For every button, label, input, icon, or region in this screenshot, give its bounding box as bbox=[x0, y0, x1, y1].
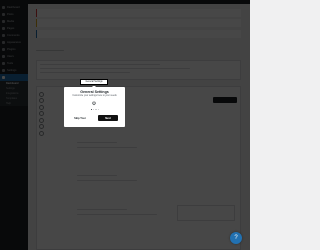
step-dot bbox=[93, 109, 95, 111]
step-dot bbox=[97, 109, 99, 111]
question-icon: ? bbox=[234, 235, 238, 241]
gear-icon: ⚙ bbox=[91, 101, 97, 107]
help-button[interactable]: ? bbox=[230, 232, 242, 244]
step-indicator bbox=[91, 109, 99, 111]
modal-title: General Settings bbox=[80, 90, 109, 94]
step-dot bbox=[91, 109, 93, 111]
skip-tour-button[interactable]: Skip Tour bbox=[71, 115, 89, 121]
step-dot bbox=[95, 109, 97, 111]
tour-target-tooltip: General Settings bbox=[80, 79, 108, 88]
modal-subtitle: Customize your settings here to your nee… bbox=[72, 95, 117, 97]
tour-modal: General Settings Customize your settings… bbox=[64, 87, 125, 127]
tour-overlay[interactable] bbox=[0, 0, 250, 250]
next-button[interactable]: Next bbox=[98, 115, 118, 121]
